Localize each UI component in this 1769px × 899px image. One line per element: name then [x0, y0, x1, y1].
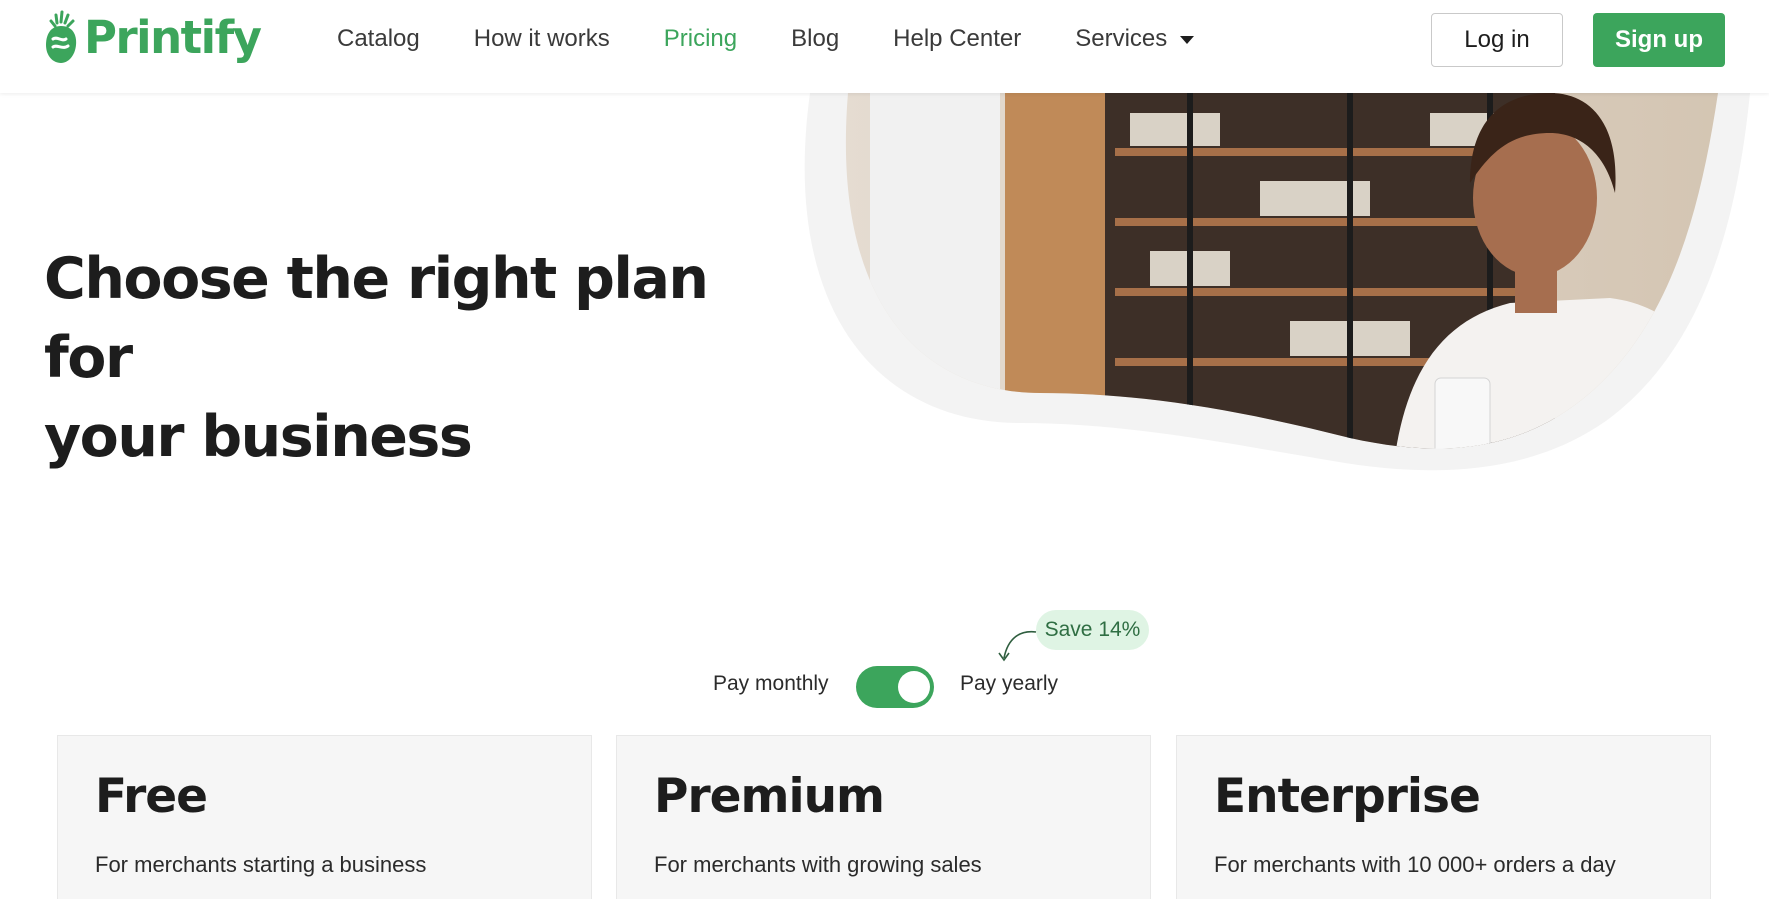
nav-catalog[interactable]: Catalog [337, 25, 420, 53]
curved-arrow-icon [998, 630, 1037, 662]
nav-services[interactable]: Services [1075, 25, 1195, 53]
site-header: Printify Catalog How it works Pricing Bl… [0, 0, 1769, 93]
nav-how-it-works[interactable]: How it works [474, 25, 610, 53]
printify-logo[interactable]: Printify [44, 8, 262, 66]
page-title: Choose the right plan for your business [44, 240, 764, 477]
billing-period-toggle[interactable] [856, 666, 934, 708]
pay-yearly-label[interactable]: Pay yearly [960, 672, 1058, 696]
nav-pricing[interactable]: Pricing [664, 25, 737, 53]
nav-services-label: Services [1075, 25, 1168, 52]
nav-blog[interactable]: Blog [791, 25, 839, 53]
save-badge: Save 14% [1036, 610, 1149, 650]
plan-name: Free [95, 769, 208, 824]
main-nav: Catalog How it works Pricing Blog Help C… [337, 0, 1248, 78]
brand-name: Printify [84, 10, 262, 64]
page-title-line-1: Choose the right plan for [44, 246, 709, 391]
pay-monthly-label[interactable]: Pay monthly [713, 672, 829, 696]
printify-logo-icon [46, 10, 77, 63]
plan-card-free: Free For merchants starting a business [57, 735, 592, 899]
caret-down-icon [1180, 36, 1195, 44]
login-button[interactable]: Log in [1431, 13, 1563, 67]
toggle-knob [898, 671, 930, 703]
signup-button[interactable]: Sign up [1593, 13, 1725, 67]
plan-description: For merchants with growing sales [654, 852, 982, 877]
hero-image [804, 93, 1750, 471]
plan-card-premium: Premium For merchants with growing sales [616, 735, 1151, 899]
plan-description: For merchants with 10 000+ orders a day [1214, 852, 1616, 877]
nav-help-center[interactable]: Help Center [893, 25, 1021, 53]
page-title-line-2: your business [44, 404, 473, 470]
plan-description: For merchants starting a business [95, 852, 427, 877]
plan-name: Premium [654, 769, 885, 824]
plan-card-enterprise: Enterprise For merchants with 10 000+ or… [1176, 735, 1711, 899]
plan-name: Enterprise [1214, 769, 1481, 824]
